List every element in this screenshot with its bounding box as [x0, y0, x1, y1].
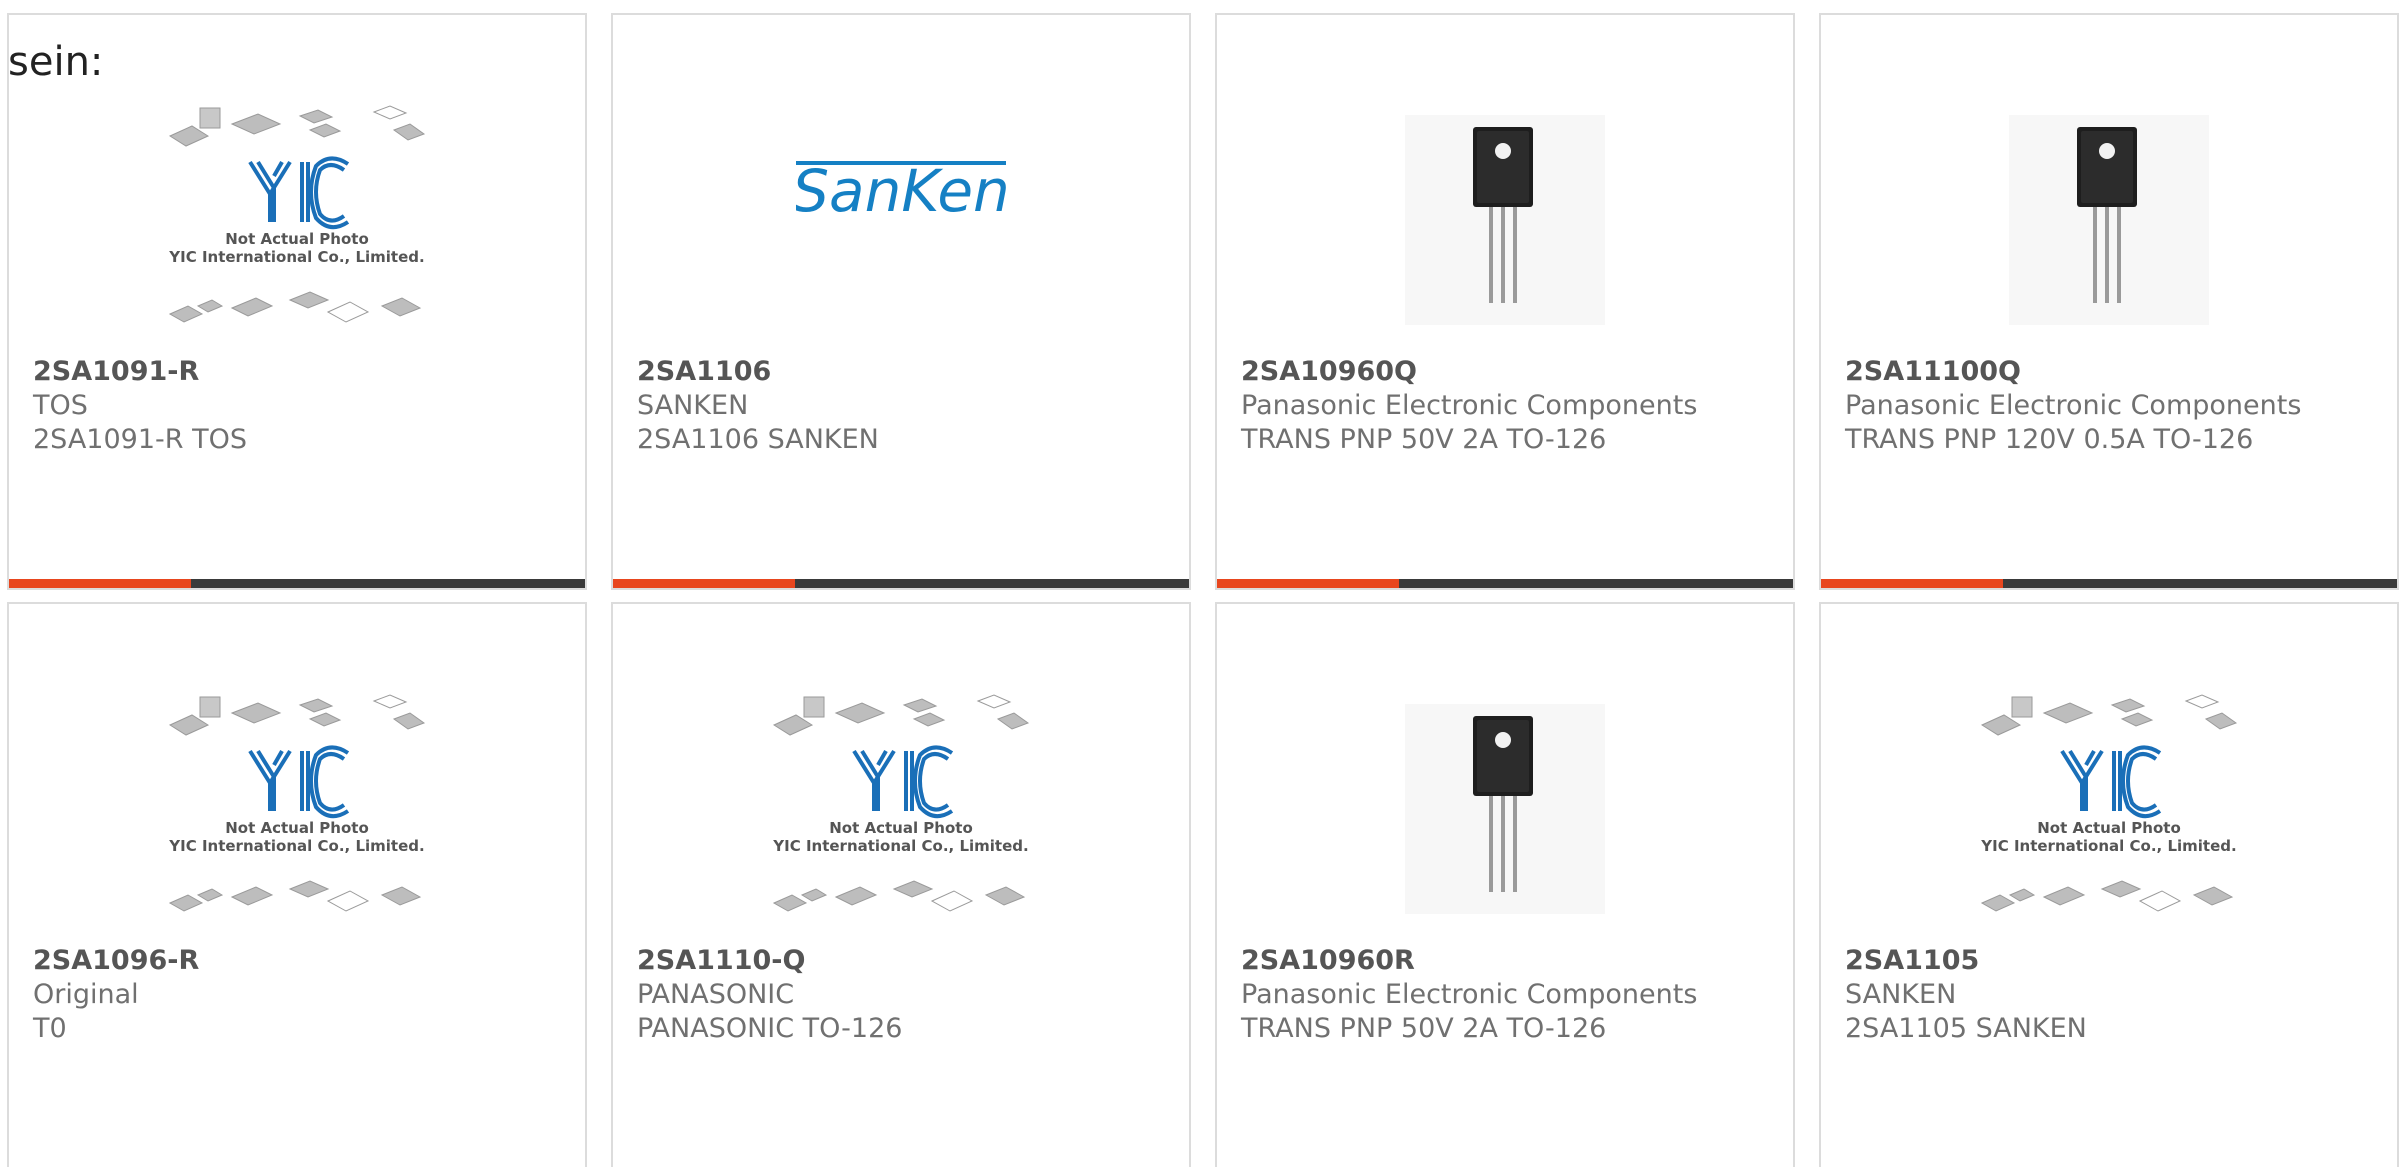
part-number[interactable]: 2SA10960Q	[1241, 355, 1781, 389]
svg-text:YIC International Co., Limited: YIC International Co., Limited.	[1980, 837, 2236, 855]
product-info: 2SA1091-R TOS 2SA1091-R TOS	[33, 355, 573, 457]
description: PANASONIC TO-126	[637, 1013, 903, 1044]
manufacturer: SANKEN	[1845, 979, 1957, 1010]
card-bottom-bar	[9, 579, 585, 588]
manufacturer: SANKEN	[637, 390, 749, 421]
description: TRANS PNP 120V 0.5A TO-126	[1845, 424, 2254, 455]
transistor-photo-image[interactable]	[1821, 85, 2397, 355]
manufacturer: Original	[33, 979, 139, 1010]
yic-placeholder-image[interactable]: Not Actual Photo YIC International Co., …	[9, 674, 585, 944]
product-info: 2SA1105 SANKEN 2SA1105 SANKEN	[1845, 944, 2385, 1046]
svg-text:SanKen: SanKen	[796, 157, 1006, 225]
card-accent-strip	[613, 579, 795, 588]
manufacturer: Panasonic Electronic Components	[1845, 390, 2302, 421]
part-number[interactable]: 2SA1106	[637, 355, 1177, 389]
yic-placeholder-image[interactable]: Not Actual Photo YIC International Co., …	[613, 674, 1189, 944]
description: 2SA1106 SANKEN	[637, 424, 879, 455]
description: TRANS PNP 50V 2A TO-126	[1241, 1013, 1607, 1044]
part-number[interactable]: 2SA1096-R	[33, 944, 573, 978]
card-bottom-bar	[1821, 579, 2397, 588]
manufacturer: Panasonic Electronic Components	[1241, 979, 1698, 1010]
card-bottom-bar	[1217, 579, 1793, 588]
sanken-logo-image[interactable]: SanKen	[613, 85, 1189, 355]
product-info: 2SA1110-Q PANASONIC PANASONIC TO-126	[637, 944, 1177, 1046]
product-info: 2SA10960Q Panasonic Electronic Components…	[1241, 355, 1781, 457]
part-number[interactable]: 2SA10960R	[1241, 944, 1781, 978]
description: T0	[33, 1013, 67, 1044]
yic-placeholder-image[interactable]: Not Actual Photo YIC International Co., …	[1821, 674, 2397, 944]
part-number[interactable]: 2SA1091-R	[33, 355, 573, 389]
product-grid: Not Actual Photo YIC International Co., …	[7, 13, 2399, 1167]
svg-text:YIC International Co., Limited: YIC International Co., Limited.	[772, 837, 1028, 855]
manufacturer: TOS	[33, 390, 88, 421]
product-card[interactable]: Not Actual Photo YIC International Co., …	[7, 602, 587, 1167]
product-info: 2SA1106 SANKEN 2SA1106 SANKEN	[637, 355, 1177, 457]
card-accent-strip	[1217, 579, 1399, 588]
product-info: 2SA11100Q Panasonic Electronic Components…	[1845, 355, 2385, 457]
description: 2SA1091-R TOS	[33, 424, 247, 455]
product-info: 2SA10960R Panasonic Electronic Components…	[1241, 944, 1781, 1046]
transistor-photo-image[interactable]	[1217, 85, 1793, 355]
yic-placeholder-image[interactable]: Not Actual Photo YIC International Co., …	[9, 85, 585, 355]
card-accent-strip	[1821, 579, 2003, 588]
description: TRANS PNP 50V 2A TO-126	[1241, 424, 1607, 455]
svg-text:YIC International Co., Limited: YIC International Co., Limited.	[168, 837, 424, 855]
description: 2SA1105 SANKEN	[1845, 1013, 2087, 1044]
manufacturer: PANASONIC	[637, 979, 795, 1010]
svg-text:Not Actual Photo: Not Actual Photo	[829, 819, 973, 837]
product-card[interactable]: 2SA10960Q Panasonic Electronic Components…	[1215, 13, 1795, 590]
svg-text:Not Actual Photo: Not Actual Photo	[225, 819, 369, 837]
page: sein: Not Actual Photo YIC International…	[0, 0, 2400, 1167]
product-card[interactable]: SanKen 2SA1106 SANKEN 2SA1106 SANKEN	[611, 13, 1191, 590]
svg-text:Not Actual Photo: Not Actual Photo	[225, 230, 369, 248]
product-card[interactable]: Not Actual Photo YIC International Co., …	[1819, 602, 2399, 1167]
product-card[interactable]: Not Actual Photo YIC International Co., …	[611, 602, 1191, 1167]
part-number[interactable]: 2SA11100Q	[1845, 355, 2385, 389]
product-card[interactable]: 2SA10960R Panasonic Electronic Components…	[1215, 602, 1795, 1167]
product-card[interactable]: Not Actual Photo YIC International Co., …	[7, 13, 587, 590]
intro-text: sein:	[8, 39, 104, 85]
part-number[interactable]: 2SA1105	[1845, 944, 2385, 978]
svg-text:Not Actual Photo: Not Actual Photo	[2037, 819, 2181, 837]
product-info: 2SA1096-R Original T0	[33, 944, 573, 1046]
transistor-photo-image[interactable]	[1217, 674, 1793, 944]
product-card[interactable]: 2SA11100Q Panasonic Electronic Components…	[1819, 13, 2399, 590]
svg-text:YIC International Co., Limited: YIC International Co., Limited.	[168, 248, 424, 266]
card-bottom-bar	[613, 579, 1189, 588]
part-number[interactable]: 2SA1110-Q	[637, 944, 1177, 978]
manufacturer: Panasonic Electronic Components	[1241, 390, 1698, 421]
card-accent-strip	[9, 579, 191, 588]
